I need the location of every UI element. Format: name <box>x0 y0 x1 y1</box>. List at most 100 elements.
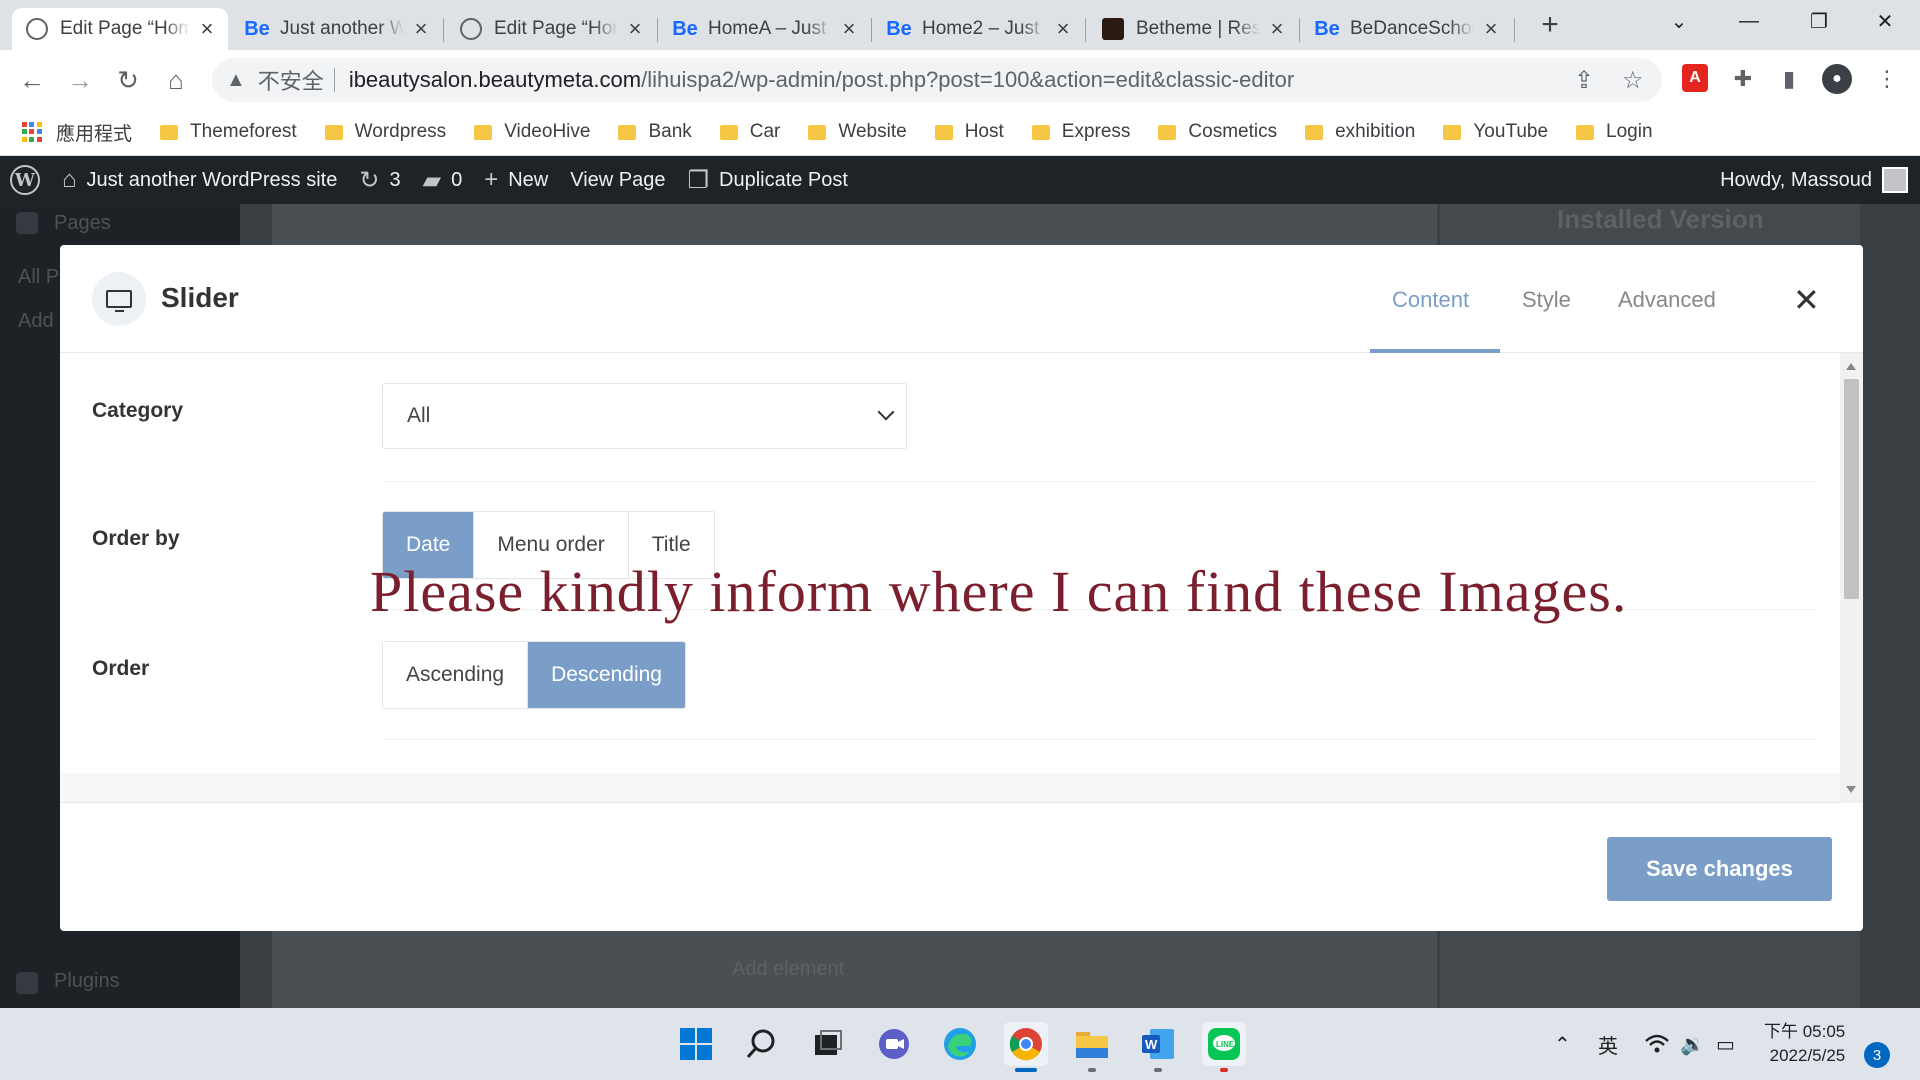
browser-menu-icon[interactable]: ⋮ <box>1872 64 1902 94</box>
taskbar-clock[interactable]: 下午 05:05 2022/5/25 <box>1764 1020 1845 1068</box>
close-icon[interactable]: ✕ <box>1793 281 1820 319</box>
close-tab-icon[interactable]: × <box>410 16 432 41</box>
site-name-label: Just another WordPress site <box>86 168 338 191</box>
category-select[interactable]: All <box>382 383 907 449</box>
bookmark-folder[interactable]: Wordpress <box>324 121 446 143</box>
windows-taskbar: W LINE ⌃ 英 🔉 ▭ 下午 05:05 2022/5/25 3 <box>0 1008 1920 1080</box>
tab-separator <box>1085 18 1086 42</box>
scrollbar-thumb[interactable] <box>1844 379 1859 599</box>
scroll-down-arrow-icon[interactable] <box>1846 786 1856 793</box>
reload-icon[interactable]: ↻ <box>110 62 146 98</box>
home-icon[interactable]: ⌂ <box>158 62 194 98</box>
battery-icon[interactable]: ▭ <box>1716 1008 1735 1080</box>
tab-advanced[interactable]: Advanced <box>1618 287 1716 313</box>
adminbar-account[interactable]: Howdy, Massoud <box>1720 156 1908 204</box>
bookmark-folder[interactable]: Themeforest <box>160 121 297 143</box>
bookmark-label: Themeforest <box>190 121 297 142</box>
tab-title: Edit Page “Home <box>60 18 190 39</box>
modal-scrollbar[interactable] <box>1840 353 1863 803</box>
modal-header: Slider Content Style Advanced ✕ <box>60 245 1863 353</box>
monitor-icon <box>92 272 146 326</box>
bookmark-label: 應用程式 <box>56 123 133 145</box>
browser-tab-just-another[interactable]: Be Just another WordPress site × <box>232 8 442 50</box>
bookmark-folder[interactable]: Host <box>934 121 1004 143</box>
bookmark-label: Bank <box>648 121 692 142</box>
bookmark-folder[interactable]: VideoHive <box>474 121 590 143</box>
acrobat-extension-icon[interactable]: A <box>1682 64 1708 92</box>
tab-style[interactable]: Style <box>1522 287 1571 313</box>
file-explorer-icon[interactable] <box>1070 1022 1114 1072</box>
bookmark-folder[interactable]: Cosmetics <box>1158 121 1277 143</box>
side-panel-icon[interactable]: ▮ <box>1774 64 1804 94</box>
close-window-icon[interactable]: ✕ <box>1850 0 1920 42</box>
warning-triangle-icon[interactable]: ▲ <box>226 69 246 92</box>
share-icon[interactable]: ⇪ <box>1574 66 1594 95</box>
wordpress-logo-icon[interactable]: W <box>10 165 40 195</box>
task-view-icon[interactable] <box>806 1022 850 1066</box>
bookmark-folder[interactable]: Bank <box>618 121 692 143</box>
howdy-label: Howdy, Massoud <box>1720 168 1872 191</box>
browser-tab-home2[interactable]: Be Home2 – Just another × <box>874 8 1084 50</box>
windows-start-icon[interactable] <box>674 1022 718 1066</box>
bookmark-folder[interactable]: exhibition <box>1305 121 1415 143</box>
adminbar-comments[interactable]: ▰ 0 <box>423 166 463 195</box>
volume-icon[interactable]: 🔉 <box>1680 1008 1705 1080</box>
word-app-icon[interactable]: W <box>1136 1022 1180 1072</box>
search-icon[interactable] <box>740 1022 784 1066</box>
close-tab-icon[interactable]: × <box>1480 16 1502 41</box>
adminbar-new[interactable]: + New <box>484 166 548 194</box>
close-tab-icon[interactable]: × <box>624 16 646 41</box>
close-tab-icon[interactable]: × <box>1052 16 1074 41</box>
scroll-up-arrow-icon[interactable] <box>1846 363 1856 370</box>
folder-icon <box>324 124 343 140</box>
bookmark-folder[interactable]: Express <box>1031 121 1130 143</box>
tab-content[interactable]: Content <box>1392 287 1469 313</box>
browser-tab-betheme[interactable]: Betheme | Responsive × <box>1088 8 1298 50</box>
user-avatar <box>1882 167 1908 193</box>
wifi-icon[interactable] <box>1644 1008 1670 1080</box>
new-tab-plus-icon[interactable]: + <box>1535 8 1565 41</box>
restore-window-icon[interactable]: ❐ <box>1784 0 1854 42</box>
bookmark-folder[interactable]: Car <box>719 121 780 143</box>
chrome-browser-icon[interactable] <box>1004 1022 1048 1072</box>
save-changes-button[interactable]: Save changes <box>1607 837 1832 901</box>
tray-overflow-chevron-icon[interactable]: ⌃ <box>1554 1008 1571 1080</box>
close-tab-icon[interactable]: × <box>1266 16 1288 41</box>
adminbar-site-name[interactable]: ⌂ Just another WordPress site <box>62 166 337 194</box>
browser-tab-bedanceschool[interactable]: Be BeDanceSchool × <box>1302 8 1512 50</box>
line-app-icon[interactable]: LINE <box>1202 1022 1246 1072</box>
notification-badge[interactable]: 3 <box>1864 1042 1890 1068</box>
browser-tab-edit-page-home[interactable]: Edit Page “Home × <box>12 8 228 50</box>
bookmark-label: YouTube <box>1473 121 1549 142</box>
ime-indicator[interactable]: 英 <box>1598 1008 1618 1080</box>
url-path: /lihuispa2/wp-admin/post.php?post=100&ac… <box>641 67 1295 92</box>
browser-tab-edit-page-home-2[interactable]: Edit Page “Home × <box>446 8 656 50</box>
wp-admin-bar: W ⌂ Just another WordPress site ↻ 3 ▰ 0 … <box>0 156 1920 204</box>
forward-arrow-icon[interactable]: → <box>62 62 98 98</box>
address-bar[interactable]: ▲ 不安全 ibeautysalon.beautymeta.com/lihuis… <box>212 58 1662 102</box>
close-tab-icon[interactable]: × <box>838 16 860 41</box>
order-descending-button[interactable]: Descending <box>528 642 685 708</box>
close-tab-icon[interactable]: × <box>196 16 218 41</box>
edge-browser-icon[interactable] <box>938 1022 982 1066</box>
profile-avatar-icon[interactable]: ● <box>1822 64 1852 94</box>
minimize-window-icon[interactable]: — <box>1714 0 1784 42</box>
bookmark-apps[interactable]: 應用程式 <box>22 119 132 146</box>
order-ascending-button[interactable]: Ascending <box>383 642 529 708</box>
adminbar-duplicate-post[interactable]: ❐ Duplicate Post <box>687 166 847 195</box>
extensions-puzzle-icon[interactable]: ✚ <box>1728 64 1758 94</box>
bookmark-folder[interactable]: Login <box>1576 121 1653 143</box>
teams-chat-icon[interactable] <box>872 1022 916 1066</box>
tab-search-chevron-icon[interactable]: ⌄ <box>1644 0 1714 42</box>
back-arrow-icon[interactable]: ← <box>14 62 50 98</box>
sidebar-item-all-pages: All P <box>18 266 60 288</box>
add-element-label: Add element <box>732 958 845 980</box>
bookmark-star-icon[interactable]: ☆ <box>1622 66 1644 95</box>
adminbar-view-page[interactable]: View Page <box>570 169 665 192</box>
browser-tab-homea[interactable]: Be HomeA – Just another × <box>660 8 870 50</box>
bookmark-folder[interactable]: Website <box>808 121 907 143</box>
running-indicator <box>1154 1068 1162 1072</box>
adminbar-updates[interactable]: ↻ 3 <box>359 166 400 195</box>
bookmark-folder[interactable]: YouTube <box>1443 121 1548 143</box>
plus-icon: + <box>484 166 499 193</box>
